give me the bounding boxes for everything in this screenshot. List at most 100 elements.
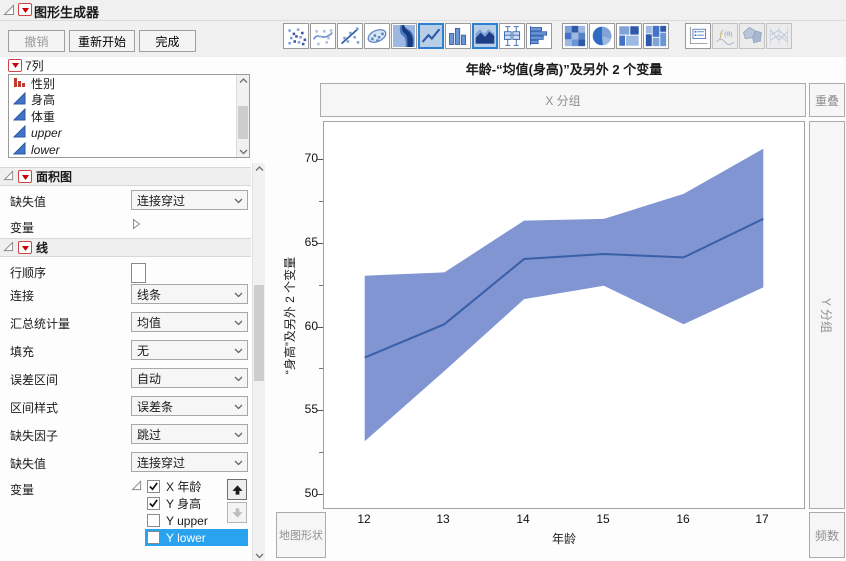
variable-row-lower[interactable]: Y lower bbox=[145, 529, 248, 546]
treemap-icon[interactable] bbox=[616, 23, 642, 49]
start-over-button[interactable]: 重新开始 bbox=[69, 30, 135, 52]
smoother-icon[interactable] bbox=[310, 23, 336, 49]
red-triangle-menu-icon[interactable] bbox=[8, 58, 22, 72]
property-row: 连接 线条 bbox=[0, 284, 251, 304]
continuous-column-icon bbox=[12, 141, 31, 157]
scroll-down-icon[interactable] bbox=[253, 550, 265, 561]
drop-zone-x-group[interactable]: X 分组 bbox=[320, 83, 806, 117]
column-item-lower[interactable]: lower bbox=[9, 141, 249, 157]
red-triangle-menu-icon[interactable] bbox=[18, 170, 32, 183]
y-minor-tick bbox=[319, 368, 323, 369]
plot-area[interactable] bbox=[323, 121, 805, 509]
variable-label: Y upper bbox=[166, 513, 208, 528]
outline-disclosure-icon[interactable] bbox=[3, 4, 15, 19]
property-label: 变量 bbox=[10, 483, 35, 497]
map-shapes-icon bbox=[739, 23, 765, 49]
mean-line-with-band-chart bbox=[364, 148, 764, 442]
undo-button[interactable]: 撤销 bbox=[8, 30, 65, 52]
continuous-column-icon bbox=[12, 108, 31, 124]
histogram-icon[interactable] bbox=[526, 23, 552, 49]
dropdown-缺失值[interactable]: 连接穿过 bbox=[131, 452, 248, 472]
dropdown-填充[interactable]: 无 bbox=[131, 340, 248, 360]
property-row: 汇总统计量 均值 bbox=[0, 312, 251, 332]
column-name: 身高 bbox=[31, 93, 56, 108]
variable-label: Y 身高 bbox=[166, 497, 202, 511]
column-item-upper[interactable]: upper bbox=[9, 124, 249, 142]
checkbox-年龄[interactable] bbox=[147, 480, 160, 493]
title-bar: 图形生成器 bbox=[0, 0, 846, 21]
column-item-身高[interactable]: 身高 bbox=[9, 91, 249, 109]
red-triangle-menu-icon[interactable] bbox=[18, 3, 32, 16]
disclosure-expanded-icon[interactable] bbox=[3, 240, 14, 255]
dropdown-误差区间[interactable]: 自动 bbox=[131, 368, 248, 388]
column-item-体重[interactable]: 体重 bbox=[9, 108, 249, 125]
red-triangle-menu-icon[interactable] bbox=[18, 241, 32, 254]
dropdown-汇总统计量[interactable]: 均值 bbox=[131, 312, 248, 332]
drop-zone-y-group[interactable]: Y 分组 bbox=[809, 121, 845, 509]
scroll-up-icon[interactable] bbox=[237, 75, 249, 86]
dropdown-缺失因子[interactable]: 跳过 bbox=[131, 424, 248, 444]
drop-zone-overlay[interactable]: 重叠 bbox=[809, 83, 845, 117]
column-name: upper bbox=[31, 126, 62, 141]
checkbox-行顺序[interactable] bbox=[131, 263, 146, 283]
checkbox-lower[interactable] bbox=[147, 531, 160, 544]
disclosure-collapsed-icon[interactable] bbox=[131, 218, 248, 232]
x-tick-label: 14 bbox=[516, 512, 530, 526]
scroll-down-icon[interactable] bbox=[237, 146, 249, 157]
property-label: 区间样式 bbox=[10, 401, 59, 415]
column-item-性别[interactable]: 性别 bbox=[9, 75, 249, 92]
columns-header: 7列 bbox=[8, 58, 44, 73]
line-of-fit-icon[interactable] bbox=[337, 23, 363, 49]
column-name: 体重 bbox=[31, 109, 56, 124]
dropdown-区间样式[interactable]: 误差条 bbox=[131, 396, 248, 416]
dropdown-value: 均值 bbox=[137, 315, 162, 330]
variable-label: Y lower bbox=[166, 530, 206, 545]
contour-icon[interactable] bbox=[391, 23, 417, 49]
section-title: 面积图 bbox=[36, 170, 73, 184]
y-tick-label: 65 bbox=[304, 235, 318, 249]
line-chart-icon[interactable] bbox=[418, 23, 444, 49]
page-title: 图形生成器 bbox=[34, 5, 100, 20]
x-axis-label: 年龄 bbox=[551, 532, 576, 546]
drop-zone-map-shape[interactable]: 地图形状 bbox=[276, 512, 326, 558]
move-variable-down-button[interactable] bbox=[227, 502, 247, 523]
drop-zone-frequency[interactable]: 频数 bbox=[809, 512, 845, 558]
done-button[interactable]: 完成 bbox=[139, 30, 196, 52]
area-chart-icon[interactable] bbox=[472, 23, 498, 49]
points-icon[interactable] bbox=[283, 23, 309, 49]
checkbox-身高[interactable] bbox=[147, 497, 160, 510]
property-label: 缺失值 bbox=[10, 457, 47, 471]
property-row: 变量 bbox=[0, 218, 251, 235]
move-variable-up-button[interactable] bbox=[227, 479, 247, 500]
scrollbar-thumb[interactable] bbox=[254, 285, 264, 381]
box-plot-icon[interactable] bbox=[499, 23, 525, 49]
column-list: 性别 身高 体重 upper lower bbox=[8, 74, 250, 158]
pie-chart-icon[interactable] bbox=[589, 23, 615, 49]
caption-box-icon[interactable] bbox=[685, 23, 711, 49]
y-tick-label: 50 bbox=[304, 486, 318, 500]
mosaic-icon[interactable] bbox=[643, 23, 669, 49]
bar-chart-icon[interactable] bbox=[445, 23, 471, 49]
property-label: 汇总统计量 bbox=[10, 317, 71, 331]
dropdown-value: 自动 bbox=[137, 371, 162, 386]
scrollbar-thumb[interactable] bbox=[238, 106, 248, 139]
ellipse-icon[interactable] bbox=[364, 23, 390, 49]
property-row: 误差区间 自动 bbox=[0, 368, 251, 388]
dropdown-连接[interactable]: 线条 bbox=[131, 284, 248, 304]
chart-type-toolbar: ƒ (θ) bbox=[283, 23, 793, 49]
heatmap-icon[interactable] bbox=[562, 23, 588, 49]
property-row: 区间样式 误差条 bbox=[0, 396, 251, 416]
property-row: 缺失值 连接穿过 bbox=[0, 190, 251, 210]
column-name: lower bbox=[31, 142, 60, 157]
dropdown-value: 无 bbox=[137, 343, 150, 358]
scroll-up-icon[interactable] bbox=[253, 163, 265, 174]
properties-scrollbar[interactable] bbox=[252, 163, 265, 561]
section-header-线[interactable]: 线 bbox=[0, 238, 251, 257]
dropdown-缺失值[interactable]: 连接穿过 bbox=[131, 190, 248, 210]
column-list-scrollbar[interactable] bbox=[236, 75, 249, 157]
disclosure-expanded-icon[interactable] bbox=[3, 169, 14, 184]
section-header-面积图[interactable]: 面积图 bbox=[0, 167, 251, 186]
y-tick-label: 55 bbox=[304, 402, 318, 416]
property-row: 缺失值 连接穿过 bbox=[0, 452, 251, 472]
checkbox-upper[interactable] bbox=[147, 514, 160, 527]
